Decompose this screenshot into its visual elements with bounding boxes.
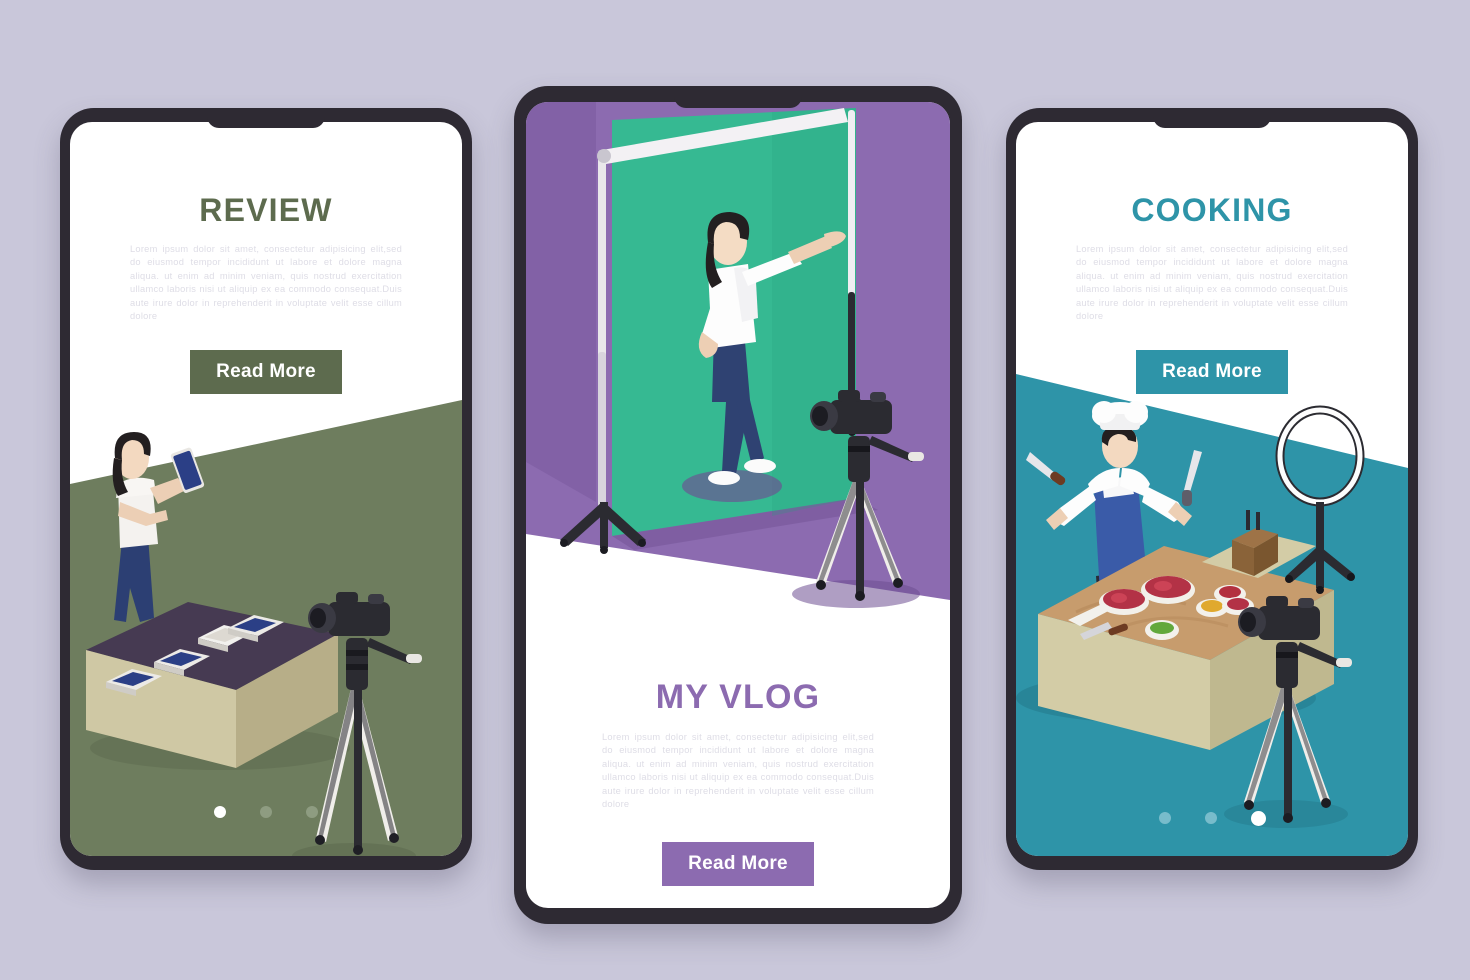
carousel-dot-1[interactable]	[1158, 812, 1171, 824]
cta-wrap-vlog: Read More	[526, 842, 950, 886]
body-text: Lorem ipsum dolor sit amet, consectetur …	[130, 244, 402, 322]
illustration-cooking-scene	[1016, 401, 1365, 828]
content-block-cooking: COOKING Lorem ipsum dolor sit amet, cons…	[1016, 192, 1408, 323]
mockup-stage: REVIEW Lorem ipsum dolor sit amet, conse…	[0, 0, 1470, 980]
knife-right	[1182, 450, 1202, 506]
phone-mockup-review: REVIEW Lorem ipsum dolor sit amet, conse…	[60, 108, 472, 870]
carousel-dot-2[interactable]	[1204, 812, 1217, 824]
illustration-review-scene	[86, 432, 422, 856]
phone-notch	[207, 108, 325, 128]
body-text: Lorem ipsum dolor sit amet, consectetur …	[602, 732, 874, 810]
camera-body	[308, 592, 390, 636]
figure-reviewer	[112, 432, 205, 622]
read-more-button[interactable]: Read More	[190, 350, 342, 394]
cta-wrap-review: Read More	[70, 350, 462, 394]
screen-review: REVIEW Lorem ipsum dolor sit amet, conse…	[70, 122, 462, 856]
page-title: MY VLOG	[655, 678, 821, 716]
carousel-dot-3[interactable]	[306, 806, 318, 818]
screen-cooking: COOKING Lorem ipsum dolor sit amet, cons…	[1016, 122, 1408, 856]
carousel-dot-1[interactable]	[214, 806, 226, 818]
knife-left	[1026, 452, 1066, 486]
carousel-dot-2[interactable]	[260, 806, 272, 818]
phone-notch	[1153, 108, 1271, 128]
phone-mockup-cooking: COOKING Lorem ipsum dolor sit amet, cons…	[1006, 108, 1418, 870]
read-more-button[interactable]: Read More	[662, 842, 814, 886]
content-block-review: REVIEW Lorem ipsum dolor sit amet, conse…	[70, 192, 462, 323]
carousel-dots-cooking[interactable]	[1016, 810, 1408, 826]
page-title: REVIEW	[199, 192, 333, 228]
page-title: COOKING	[1131, 192, 1293, 228]
phone-mockup-vlog: MY VLOG Lorem ipsum dolor sit amet, cons…	[514, 86, 962, 924]
carousel-dots-review[interactable]	[70, 806, 462, 818]
ring-light	[1275, 405, 1365, 594]
carousel-dot-3[interactable]	[1250, 810, 1266, 826]
read-more-button[interactable]: Read More	[1136, 350, 1288, 394]
cta-wrap-cooking: Read More	[1016, 350, 1408, 394]
illustration-vlog-scene	[526, 102, 924, 608]
chef-hat	[1092, 401, 1148, 430]
body-text: Lorem ipsum dolor sit amet, consectetur …	[1076, 244, 1348, 322]
screen-vlog: MY VLOG Lorem ipsum dolor sit amet, cons…	[526, 102, 950, 908]
phone-notch	[674, 86, 802, 108]
content-block-vlog: MY VLOG Lorem ipsum dolor sit amet, cons…	[526, 678, 950, 811]
